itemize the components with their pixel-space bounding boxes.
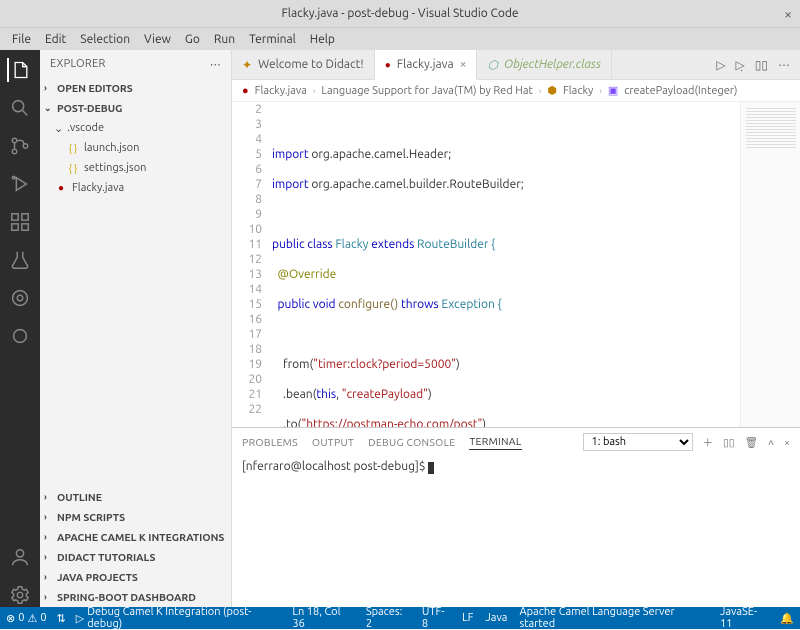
status-errors[interactable]: ⊗0 ⚠0 (6, 612, 47, 625)
panel-close-icon[interactable]: × (784, 436, 790, 448)
panel-tab-output[interactable]: OUTPUT (312, 436, 354, 448)
status-position[interactable]: Ln 18, Col 36 (292, 606, 353, 630)
status-debug[interactable]: ▷ Debug Camel K Integration (post-debug) (76, 606, 283, 630)
breadcrumbs[interactable]: ● Flacky.java› Language Support for Java… (232, 80, 800, 102)
menu-terminal[interactable]: Terminal (243, 31, 302, 48)
menu-view[interactable]: View (138, 31, 177, 48)
terminal-new-icon[interactable]: ＋ (703, 435, 714, 450)
breadcrumb-method[interactable]: createPayload(Integer) (624, 85, 737, 97)
activity-bar (0, 50, 40, 607)
panel-maximize-icon[interactable]: ˄ (768, 436, 774, 449)
minimap[interactable] (740, 102, 800, 427)
activity-debug-icon[interactable] (8, 172, 32, 196)
terminal-select[interactable]: 1: bash (583, 433, 693, 451)
explorer-sidebar: EXPLORER ⋯ ›OPEN EDITORS ⌄POST-DEBUG ⌄.v… (40, 50, 232, 607)
activity-search-icon[interactable] (8, 96, 32, 120)
panel-tab-problems[interactable]: PROBLEMS (242, 436, 298, 448)
section-outline[interactable]: ›OUTLINE (40, 487, 231, 507)
activity-settings-icon[interactable] (8, 583, 32, 607)
breadcrumb-dirty-icon: ● (242, 85, 249, 97)
sidebar-header: EXPLORER ⋯ (40, 50, 231, 78)
sidebar-title: EXPLORER (50, 58, 106, 70)
editor-area: ✦Welcome to Didact! ●Flacky.java× ⬡Objec… (232, 50, 800, 607)
status-language[interactable]: Java (485, 606, 507, 630)
section-javaproj[interactable]: ›JAVA PROJECTS (40, 567, 231, 587)
bottom-panel: PROBLEMS OUTPUT DEBUG CONSOLE TERMINAL 1… (232, 427, 800, 607)
tree-file-launch[interactable]: { }launch.json (66, 138, 231, 158)
line-gutter: 2345678910111213141516171819202122 (232, 102, 272, 427)
section-didact[interactable]: ›DIDACT TUTORIALS (40, 547, 231, 567)
section-camelk[interactable]: ›APACHE CAMEL K INTEGRATIONS (40, 527, 231, 547)
menu-selection[interactable]: Selection (74, 31, 136, 48)
editor-more-icon[interactable]: ⋯ (778, 58, 790, 72)
sidebar-more-icon[interactable]: ⋯ (210, 58, 221, 71)
activity-extensions-icon[interactable] (8, 210, 32, 234)
status-bell-icon[interactable]: 🔔 (780, 606, 794, 630)
window-titlebar: Flacky.java - post-debug - Visual Studio… (0, 0, 800, 28)
code-editor[interactable]: 2345678910111213141516171819202122 impor… (232, 102, 740, 427)
breadcrumb-class[interactable]: Flacky (563, 85, 593, 97)
menubar: File Edit Selection View Go Run Terminal… (0, 28, 800, 50)
menu-run[interactable]: Run (208, 31, 241, 48)
code-content[interactable]: import org.apache.camel.Header; import o… (272, 102, 740, 427)
debug-run-icon[interactable]: ▷̣ (736, 58, 745, 72)
terminal-prompt: [nferraro@localhost post-debug]$ (242, 460, 428, 473)
tree-file-settings[interactable]: { }settings.json (66, 158, 231, 178)
window-title: Flacky.java - post-debug - Visual Studio… (281, 7, 518, 20)
terminal-body[interactable]: [nferraro@localhost post-debug]$ (232, 456, 800, 607)
tree-file-flacky[interactable]: ●Flacky.java (54, 178, 231, 198)
panel-tab-terminal[interactable]: TERMINAL (469, 435, 521, 450)
terminal-kill-icon[interactable]: 🗑 (745, 436, 758, 449)
menu-go[interactable]: Go (179, 31, 206, 48)
section-npm[interactable]: ›NPM SCRIPTS (40, 507, 231, 527)
menu-edit[interactable]: Edit (39, 31, 72, 48)
section-spring[interactable]: ›SPRING-BOOT DASHBOARD (40, 587, 231, 607)
dirty-dot-icon: ● (385, 59, 391, 71)
activity-gear2-icon[interactable] (8, 286, 32, 310)
section-open-editors[interactable]: ›OPEN EDITORS (40, 78, 231, 98)
window-close-icon[interactable]: × (784, 6, 792, 22)
tab-objecthelper[interactable]: ⬡ObjectHelper.class (477, 50, 612, 79)
activity-scm-icon[interactable] (8, 134, 32, 158)
activity-explorer-icon[interactable] (7, 58, 31, 82)
tab-flacky[interactable]: ●Flacky.java× (375, 50, 478, 80)
tab-didact[interactable]: ✦Welcome to Didact! (232, 50, 375, 79)
status-jdk[interactable]: JavaSE-11 (720, 606, 768, 630)
activity-account-icon[interactable] (8, 545, 32, 569)
tab-close-icon[interactable]: × (460, 58, 467, 71)
run-icon[interactable]: ▷ (716, 58, 725, 72)
breadcrumb-ls[interactable]: Language Support for Java(TM) by Red Hat (321, 85, 532, 97)
panel-tab-debug[interactable]: DEBUG CONSOLE (368, 436, 455, 448)
status-encoding[interactable]: UTF-8 (422, 606, 450, 630)
activity-test-icon[interactable] (8, 248, 32, 272)
status-eol[interactable]: LF (462, 606, 473, 630)
status-port-icon[interactable]: ⇅ (57, 612, 66, 625)
status-lsp[interactable]: Apache Camel Language Server started (519, 606, 708, 630)
split-editor-icon[interactable]: ▯▯ (755, 58, 768, 72)
section-project[interactable]: ⌄POST-DEBUG (40, 98, 231, 118)
terminal-split-icon[interactable]: ▯▯ (723, 436, 735, 449)
status-spaces[interactable]: Spaces: 2 (366, 606, 410, 630)
menu-help[interactable]: Help (304, 31, 341, 48)
editor-tabs: ✦Welcome to Didact! ●Flacky.java× ⬡Objec… (232, 50, 800, 80)
activity-circle-icon[interactable] (8, 324, 32, 348)
tree-folder-vscode[interactable]: ⌄.vscode (54, 118, 231, 138)
menu-file[interactable]: File (6, 31, 37, 48)
terminal-cursor (428, 462, 434, 474)
breadcrumb-file[interactable]: Flacky.java (255, 85, 307, 97)
status-bar: ⊗0 ⚠0 ⇅ ▷ Debug Camel K Integration (pos… (0, 607, 800, 629)
